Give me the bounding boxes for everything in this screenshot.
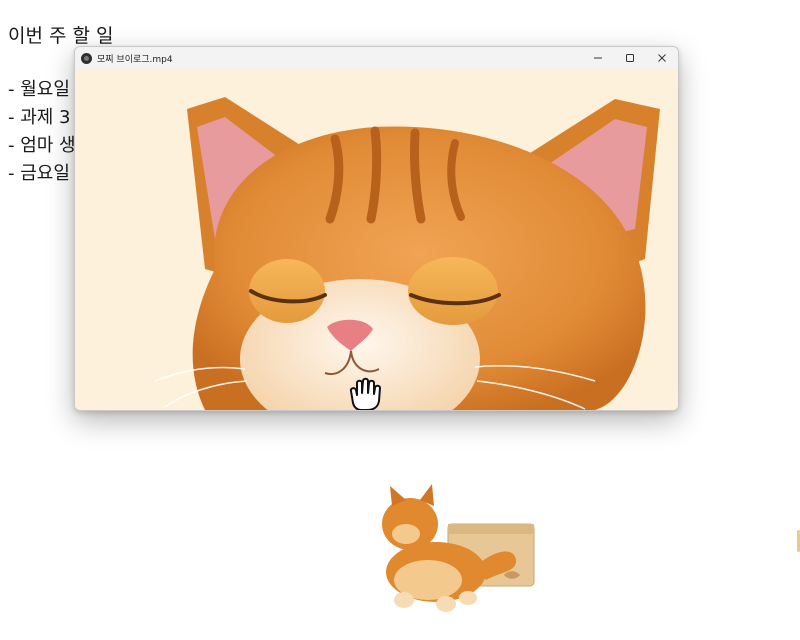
window-title: 모찌 브이로그.mp4 <box>97 54 173 65</box>
kitten-pet-icon <box>382 484 535 612</box>
video-player-window[interactable]: 모찌 브이로그.mp4 <box>74 46 679 411</box>
media-player-icon <box>81 52 92 64</box>
close-button[interactable] <box>646 47 678 69</box>
desktop: 이번 주 할 일 월요일 과제 3 엄마 생 금요일 모찌 브이로그.mp4 <box>0 0 800 640</box>
window-titlebar[interactable]: 모찌 브이로그.mp4 <box>75 47 678 69</box>
kitten-pet[interactable] <box>376 480 546 620</box>
maximize-icon <box>626 54 634 62</box>
minimize-icon <box>594 57 602 59</box>
cat-face-illustration <box>75 69 678 410</box>
maximize-button[interactable] <box>614 47 646 69</box>
close-icon <box>658 54 666 62</box>
video-frame[interactable] <box>75 69 678 410</box>
window-controls <box>582 47 678 69</box>
minimize-button[interactable] <box>582 47 614 69</box>
